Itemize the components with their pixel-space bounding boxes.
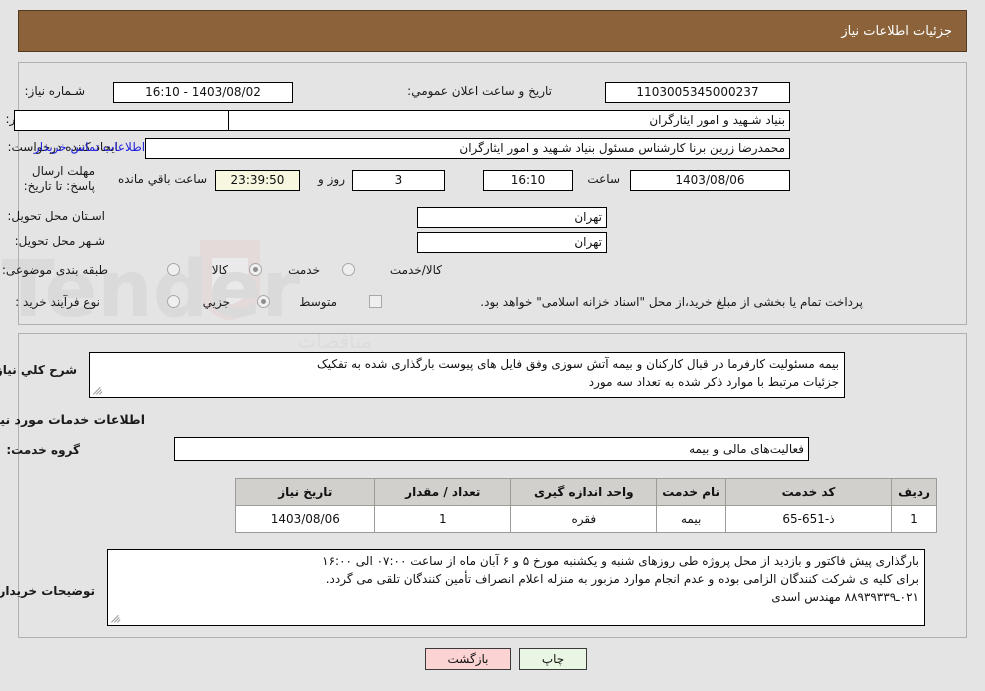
purchase-radio-medium[interactable] [257, 295, 270, 308]
purchase-process-label: نوع فرآیند خرید : [15, 295, 100, 309]
td-row-no: 1 [891, 505, 937, 533]
th-service-name: نام خدمت [656, 478, 726, 506]
needed-services-table: ردیف کد خدمت نام خدمت واحد اندازه گیری ت… [235, 478, 937, 533]
th-unit: واحد اندازه گیری [510, 478, 658, 506]
service-group-value: فعالیت‌های مالی و بیمه [174, 437, 809, 461]
deadline-countdown-value: 23:39:50 [215, 170, 300, 191]
resize-grip-icon[interactable] [92, 384, 104, 396]
buyer-notes-textarea[interactable]: بارگذاری پیش فاکتور و بازدید از محل پروژ… [107, 549, 925, 626]
th-row-no: ردیف [891, 478, 937, 506]
treasury-bonds-checkbox[interactable] [369, 295, 382, 308]
public-announce-label: تاریخ و ساعت اعلان عمومي: [407, 84, 552, 98]
need-description-text: بیمه مسئولیت کارفرما در قبال کارکنان و ب… [316, 357, 839, 389]
back-button[interactable]: بازگشت [425, 648, 511, 670]
resize-grip-icon[interactable] [110, 612, 122, 624]
need-details-page: anaTender مناقصات جزئیات اطلاعات نیاز شـ… [0, 0, 985, 691]
td-service-code: ذ-651-65 [725, 505, 892, 533]
province-label: اسـتان محل تحویل: [7, 209, 105, 223]
page-title: جزئیات اطلاعات نیاز [841, 24, 952, 39]
province-value: تهران [417, 207, 607, 228]
treasury-bonds-label[interactable]: پرداخت تمام یا بخشی از مبلغ خرید،از محل … [393, 295, 863, 309]
category-label: طبقه بندی موضوعی: [1, 263, 108, 277]
deadline-days-value: 3 [352, 170, 445, 191]
print-button[interactable]: چاپ [519, 648, 587, 670]
td-quantity: 1 [374, 505, 512, 533]
service-group-label: گروه خدمت: [6, 443, 80, 457]
th-service-code: کد خدمت [725, 478, 892, 506]
need-number-value: 1103005345000237 [605, 82, 790, 103]
th-need-date: تاریخ نیاز [235, 478, 376, 506]
buyer-notes-text: بارگذاری پیش فاکتور و بازدید از محل پروژ… [322, 554, 919, 604]
need-description-textarea[interactable]: بیمه مسئولیت کارفرما در قبال کارکنان و ب… [89, 352, 845, 398]
services-heading: اطلاعات خدمات مورد نیاز [0, 412, 145, 427]
buyer-org-value: بنیاد شـهید و امور ایثارگران [205, 110, 790, 131]
city-label: شـهر محل تحویل: [14, 234, 105, 248]
buyer-notes-label: توضیحات خریدار: [0, 584, 95, 598]
deadline-time-value: 16:10 [483, 170, 573, 191]
table-row: 1 ذ-651-65 بیمه فقره 1 1403/08/06 [235, 505, 937, 533]
need-number-label: شـماره نیاز: [24, 84, 85, 98]
need-description-label: شرح كلي نیاز: [0, 363, 77, 377]
buyer-org-overflow [14, 110, 229, 131]
requester-value: محمدرضا زرین برنا کارشناس مسئول بنیاد شـ… [145, 138, 790, 159]
deadline-time-label: ساعت [587, 172, 620, 186]
purchase-radio-minor[interactable] [167, 295, 180, 308]
td-need-date: 1403/08/06 [235, 505, 376, 533]
deadline-date-value: 1403/08/06 [630, 170, 790, 191]
buyer-contact-link[interactable]: اطلاعات تماس خریدار [32, 140, 147, 154]
category-label-goods[interactable]: کالا [188, 263, 228, 277]
purchase-label-medium[interactable]: متوسط [277, 295, 337, 309]
category-radio-goods[interactable] [167, 263, 180, 276]
purchase-label-minor[interactable]: جزیي [188, 295, 230, 309]
category-label-service[interactable]: خدمت [270, 263, 320, 277]
category-radio-goods-service[interactable] [342, 263, 355, 276]
deadline-countdown-label: ساعت باقي مانده [117, 172, 207, 186]
deadline-days-label: روز و [318, 172, 345, 186]
deadline-label: مهلت ارسال پاسخ: تا تاریخ: [23, 164, 95, 193]
td-service-name: بیمه [656, 505, 726, 533]
public-announce-value: 1403/08/02 - 16:10 [113, 82, 293, 103]
th-quantity: تعداد / مقدار [374, 478, 512, 506]
page-title-bar: جزئیات اطلاعات نیاز [18, 10, 967, 52]
td-unit: فقره [510, 505, 658, 533]
category-radio-service[interactable] [249, 263, 262, 276]
category-label-goods-service[interactable]: کالا/خدمت [362, 263, 442, 277]
city-value: تهران [417, 232, 607, 253]
table-header-row: ردیف کد خدمت نام خدمت واحد اندازه گیری ت… [235, 478, 937, 506]
